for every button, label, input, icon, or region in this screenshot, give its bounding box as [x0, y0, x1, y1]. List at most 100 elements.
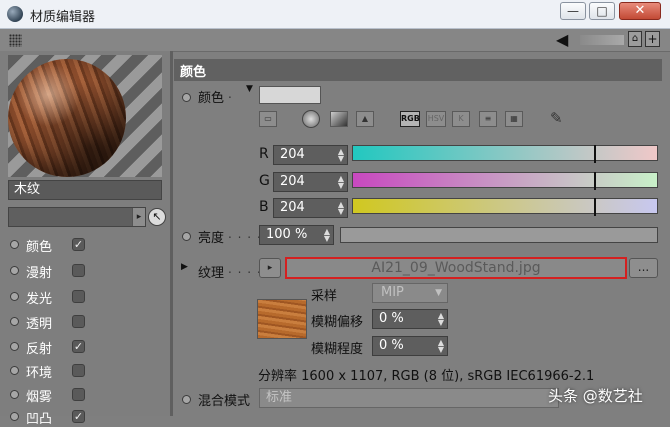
- r-slider[interactable]: [352, 145, 658, 163]
- radio-icon: [10, 240, 19, 249]
- kelvin-mode-icon[interactable]: K: [452, 111, 470, 127]
- blur-scale-field[interactable]: 0 % ▲ ▼: [372, 336, 448, 356]
- maximize-button[interactable]: □: [589, 2, 615, 20]
- g-value-field[interactable]: 204 ▲ ▼: [273, 172, 348, 192]
- blend-mode-dropdown[interactable]: 标准: [259, 388, 559, 408]
- g-slider[interactable]: [352, 172, 658, 190]
- color-swatch[interactable]: [259, 86, 321, 104]
- stepper-icon[interactable]: ▲ ▼: [438, 339, 444, 354]
- new-window-icon[interactable]: +: [645, 31, 660, 47]
- b-label: B: [259, 199, 269, 215]
- channel-label: 烟雾: [26, 390, 53, 405]
- radio-icon[interactable]: [182, 232, 191, 241]
- radio-icon[interactable]: [182, 395, 191, 404]
- hsv-mode-icon[interactable]: HSV: [426, 111, 446, 127]
- section-title: 颜色: [180, 65, 207, 80]
- radio-icon: [10, 317, 19, 326]
- stepper-icon[interactable]: ▲ ▼: [438, 312, 444, 327]
- blur-scale-value: 0 %: [379, 338, 404, 353]
- stepper-icon[interactable]: ▲ ▼: [338, 201, 344, 216]
- toolbar: ◀ ⌂ +: [0, 29, 670, 52]
- channel-checkbox[interactable]: [72, 315, 85, 328]
- lock-icon[interactable]: ⌂: [628, 31, 642, 47]
- stepper-icon[interactable]: ▲ ▼: [338, 175, 344, 190]
- channel-checkbox[interactable]: ✓: [72, 238, 85, 251]
- sampling-value: MIP: [381, 285, 404, 300]
- material-name-field[interactable]: 木纹: [8, 180, 162, 200]
- channel-fog[interactable]: 烟雾: [10, 385, 170, 405]
- texture-label: 纹理: [198, 266, 225, 281]
- channel-transparency[interactable]: 透明: [10, 312, 170, 332]
- stepper-icon[interactable]: ▲ ▼: [338, 148, 344, 163]
- channel-label: 透明: [26, 317, 53, 332]
- slider-knob[interactable]: [594, 172, 596, 190]
- texture-menu-button[interactable]: ▸: [259, 258, 281, 278]
- r-value: 204: [280, 147, 305, 162]
- caret-down-icon[interactable]: ▼: [246, 84, 253, 94]
- spectrum-icon[interactable]: ▭: [259, 111, 277, 127]
- color-label: 颜色: [198, 91, 225, 106]
- radio-icon: [10, 292, 19, 301]
- channel-checkbox[interactable]: ✓: [72, 340, 85, 353]
- slider-knob[interactable]: [594, 145, 596, 163]
- browse-button[interactable]: ...: [629, 258, 658, 278]
- mixer-icon[interactable]: ≡: [479, 111, 497, 127]
- caret-down-icon: ▼: [435, 288, 442, 298]
- gradient-icon[interactable]: [330, 111, 348, 127]
- image-icon[interactable]: ▲: [356, 111, 374, 127]
- brightness-label: 亮度: [198, 231, 225, 246]
- channel-label: 反射: [26, 342, 53, 357]
- radio-icon[interactable]: [182, 93, 191, 102]
- swatches-icon[interactable]: ▦: [505, 111, 523, 127]
- picker-icon[interactable]: ↖: [148, 208, 166, 226]
- channel-checkbox[interactable]: ✓: [72, 410, 85, 423]
- channel-diffusion[interactable]: 漫射: [10, 261, 170, 281]
- channel-panel: 木纹 ▸ ↖ 颜色 ✓ 漫射 发光 透明 反射 ✓ 环境 烟雾 凹凸 ✓: [0, 51, 170, 427]
- rgb-mode-icon[interactable]: RGB: [400, 111, 420, 127]
- channel-bump[interactable]: 凹凸 ✓: [10, 407, 170, 427]
- brightness-value: 100 %: [266, 227, 308, 242]
- b-value-field[interactable]: 204 ▲ ▼: [273, 198, 348, 218]
- blur-offset-label: 模糊偏移: [311, 315, 364, 330]
- radio-icon: [10, 366, 19, 375]
- section-header: 颜色: [174, 59, 662, 81]
- blend-mode-label: 混合模式: [198, 394, 251, 409]
- minimize-button[interactable]: —: [560, 2, 586, 20]
- texture-thumbnail[interactable]: [257, 299, 307, 339]
- g-value: 204: [280, 174, 305, 189]
- panel-divider[interactable]: [170, 51, 173, 416]
- blur-offset-field[interactable]: 0 % ▲ ▼: [372, 309, 448, 329]
- channel-checkbox[interactable]: [72, 364, 85, 377]
- expand-arrow-icon[interactable]: ▶: [181, 262, 188, 272]
- channel-environment[interactable]: 环境: [10, 361, 170, 381]
- title-bar: 材质编辑器 — □ ✕: [0, 0, 670, 29]
- b-slider[interactable]: [352, 198, 658, 216]
- resolution-info: 分辨率 1600 x 1107, RGB (8 位), sRGB IEC6196…: [258, 369, 595, 384]
- eyedropper-icon[interactable]: ✎: [550, 109, 563, 127]
- brightness-field[interactable]: 100 % ▲ ▼: [259, 225, 334, 245]
- channel-luminance[interactable]: 发光: [10, 287, 170, 307]
- back-arrow-icon[interactable]: ◀: [556, 30, 568, 49]
- channel-reflection[interactable]: 反射 ✓: [10, 337, 170, 357]
- stepper-icon[interactable]: ▲ ▼: [324, 228, 330, 243]
- color-wheel-icon[interactable]: [302, 110, 320, 128]
- grip-icon[interactable]: [9, 34, 22, 47]
- channel-checkbox[interactable]: [72, 388, 85, 401]
- dots: .: [228, 87, 233, 101]
- radio-icon: [10, 266, 19, 275]
- channel-checkbox[interactable]: [72, 264, 85, 277]
- sampling-dropdown[interactable]: MIP ▼: [372, 283, 448, 303]
- r-value-field[interactable]: 204 ▲ ▼: [273, 145, 348, 165]
- material-preview[interactable]: [8, 55, 162, 177]
- texture-path-field[interactable]: AI21_09_WoodStand.jpg: [285, 257, 627, 279]
- cinema4d-app-icon: [7, 6, 23, 22]
- brightness-slider[interactable]: [340, 227, 658, 243]
- close-button[interactable]: ✕: [619, 2, 661, 20]
- blur-offset-value: 0 %: [379, 311, 404, 326]
- slider-knob[interactable]: [594, 198, 596, 216]
- radio-icon: [10, 390, 19, 399]
- channel-checkbox[interactable]: [72, 290, 85, 303]
- material-selector[interactable]: ▸: [8, 207, 146, 227]
- channel-color[interactable]: 颜色 ✓: [10, 235, 170, 255]
- chevron-right-icon: ▸: [132, 208, 145, 226]
